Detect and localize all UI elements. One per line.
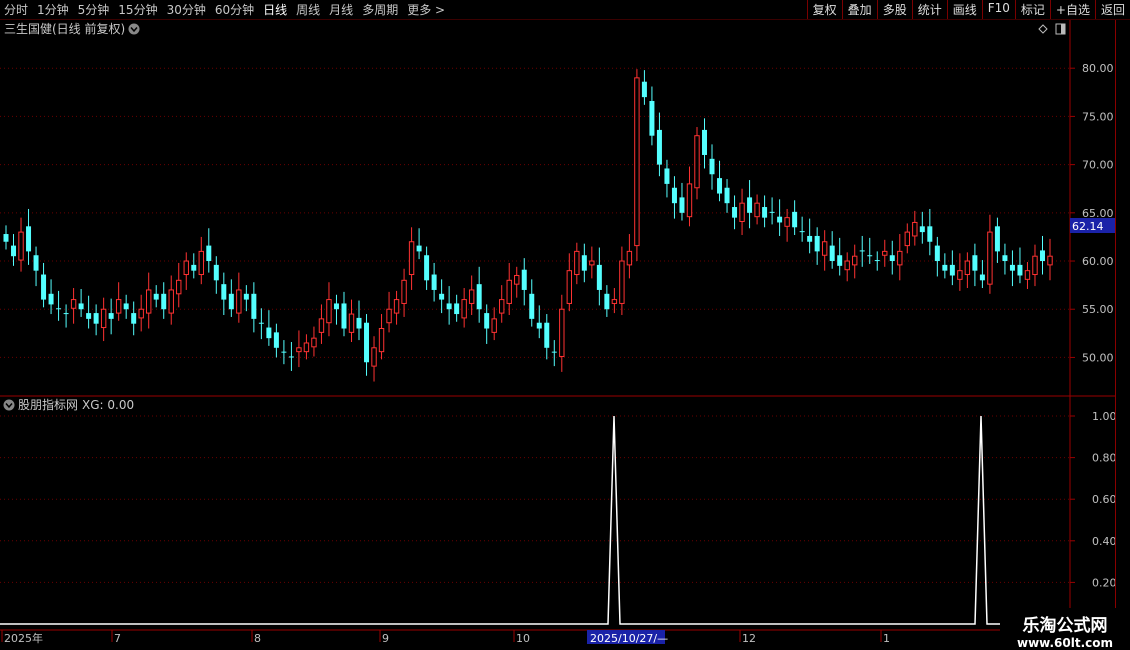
period-tab-5[interactable]: 60分钟	[215, 3, 254, 17]
indicator-tick-label: 0.60	[1092, 493, 1117, 506]
period-tab-6[interactable]: 日线	[263, 3, 287, 17]
svg-text:62.14: 62.14	[1072, 220, 1104, 233]
side-panel-edge[interactable]	[1115, 20, 1130, 608]
kline-panel[interactable]: 50.00 55.00 60.00 65.00 70.00 75.00 80.00 三生国健…	[0, 20, 1130, 630]
action-button-4[interactable]: 画线	[946, 0, 982, 19]
action-button-6[interactable]: 标记	[1014, 0, 1050, 19]
period-tab-8[interactable]: 月线	[329, 3, 353, 17]
indicator-panel[interactable]: 1.00 0.80 0.60 0.40 0.20 股朋指标网 XG: 0.00	[0, 397, 1117, 625]
period-selector: 分时 1分钟 5分钟 15分钟 30分钟 60分钟 日线 周线 月线 多周期 更多 >	[4, 1, 454, 18]
price-tick-label: 55.00	[1082, 303, 1114, 316]
action-button-2[interactable]: 多股	[876, 0, 912, 19]
action-button-8[interactable]: 返回	[1094, 0, 1130, 19]
indicator-tick-label: 0.40	[1092, 535, 1117, 548]
price-tick-label: 75.00	[1082, 110, 1114, 123]
current-price-tag: 62.14	[1070, 218, 1118, 233]
price-tick-label: 60.00	[1082, 255, 1114, 268]
time-label: 9	[382, 632, 389, 645]
indicator-tick-label: 0.80	[1092, 452, 1117, 465]
time-label: 7	[114, 632, 121, 645]
time-label: 12	[742, 632, 756, 645]
price-tick-label: 70.00	[1082, 159, 1114, 172]
time-label: 1	[883, 632, 890, 645]
time-label: 2025年	[4, 631, 43, 645]
stock-title: 三生国健(日线 前复权)	[4, 21, 125, 36]
price-tick-label: 65.00	[1082, 207, 1114, 220]
time-label: 10	[516, 632, 530, 645]
period-tab-3[interactable]: 15分钟	[118, 3, 157, 17]
time-axis: 2025年 7 8 9 10 2025/10/27/— 12 1	[0, 629, 1000, 645]
period-tab-2[interactable]: 5分钟	[78, 3, 110, 17]
action-button-7[interactable]: +自选	[1049, 0, 1095, 19]
period-tab-4[interactable]: 30分钟	[167, 3, 206, 17]
indicator-title: 股朋指标网	[18, 397, 78, 412]
indicator-readout: XG: 0.00	[82, 398, 134, 412]
candle	[634, 69, 640, 262]
period-tab-1[interactable]: 1分钟	[37, 3, 69, 17]
price-tick-label: 50.00	[1082, 351, 1114, 364]
price-tick-label: 80.00	[1082, 62, 1114, 75]
title-dropdown-icon[interactable]	[128, 23, 140, 35]
indicator-dropdown-icon[interactable]	[3, 399, 15, 411]
action-button-0[interactable]: 复权	[806, 0, 842, 19]
xg-signal-line	[0, 415, 1000, 625]
action-button-1[interactable]: 叠加	[841, 0, 877, 19]
period-tab-10[interactable]: 更多 >	[407, 3, 445, 17]
action-button-3[interactable]: 统计	[911, 0, 947, 19]
period-tab-7[interactable]: 周线	[296, 3, 320, 17]
indicator-tick-label: 0.20	[1092, 576, 1117, 589]
chart-area[interactable]: 50.00 55.00 60.00 65.00 70.00 75.00 80.00 三生国健…	[0, 20, 1130, 650]
indicator-tick-label: 1.00	[1092, 410, 1117, 423]
action-bar: 复权 叠加 多股 统计 画线 F10 标记 +自选 返回	[806, 0, 1130, 19]
time-label: 8	[254, 632, 261, 645]
action-button-5[interactable]: F10	[981, 0, 1015, 19]
period-tab-9[interactable]: 多周期	[362, 3, 398, 17]
chart-toolbar: 分时 1分钟 5分钟 15分钟 30分钟 60分钟 日线 周线 月线 多周期 更多 > 复权 叠加 多股…	[0, 0, 1130, 20]
period-tab-0[interactable]: 分时	[4, 3, 28, 17]
time-label: 2025/10/27/—	[590, 632, 668, 645]
watermark-logo: 乐淘公式网 www.60lt.com	[1000, 608, 1130, 650]
